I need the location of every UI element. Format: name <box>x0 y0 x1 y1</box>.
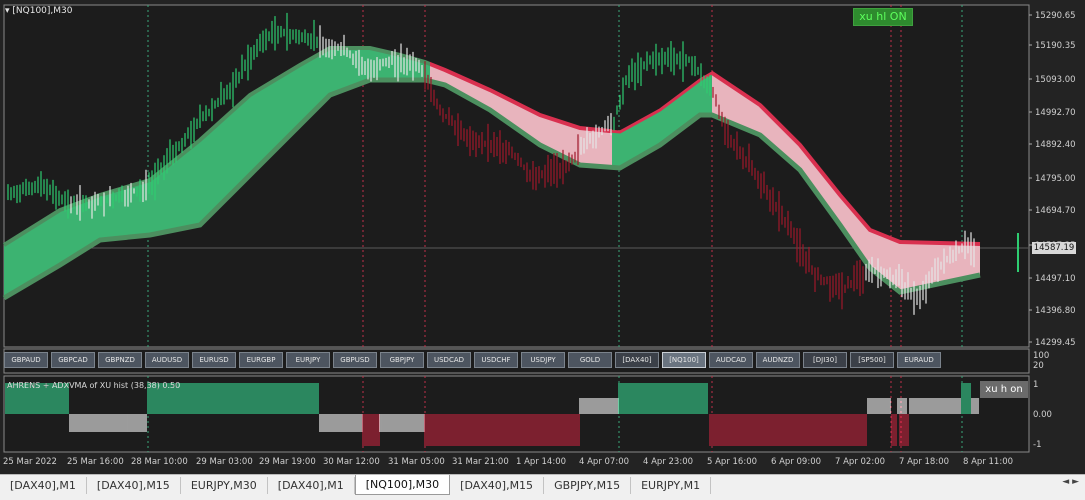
time-tick: 1 Apr 14:00 <box>516 457 567 467</box>
price-tick: 15190.35 <box>1035 41 1076 51</box>
symbol-button-gbpjpy[interactable]: GBPJPY <box>380 352 424 368</box>
price-tick: 14497.10 <box>1035 274 1076 284</box>
time-tick: 7 Apr 02:00 <box>835 457 886 467</box>
xu-h-toggle-button[interactable]: xu h on <box>980 381 1028 398</box>
time-tick: 4 Apr 07:00 <box>579 457 630 467</box>
symbol-button-audcad[interactable]: AUDCAD <box>709 352 753 368</box>
price-tick: 15093.00 <box>1035 75 1076 85</box>
price-tick: 15290.65 <box>1035 11 1076 21</box>
indicator-label: AHRENS + ADXVMA of XU hist (38,38) 0.50 <box>7 381 181 390</box>
time-tick: 25 Mar 2022 <box>3 457 57 467</box>
time-tick: 25 Mar 16:00 <box>67 457 124 467</box>
symbol-button-gbpcad[interactable]: GBPCAD <box>51 352 95 368</box>
time-tick: 29 Mar 19:00 <box>259 457 316 467</box>
chart-tab[interactable]: [DAX40],M1 <box>268 477 355 494</box>
price-tick: 14892.40 <box>1035 140 1076 150</box>
symbol-button-gold[interactable]: GOLD <box>568 352 612 368</box>
symbol-button-bar: GBPAUD GBPCAD GBPNZD AUDUSD EURUSD EURGBP EURJ… <box>4 352 941 368</box>
price-tick: 14992.70 <box>1035 108 1076 118</box>
symbol-button-usdchf[interactable]: USDCHF <box>474 352 518 368</box>
symbol-button-audusd[interactable]: AUDUSD <box>145 352 189 368</box>
symbol-button-nq100[interactable]: [NQ100] <box>662 352 706 368</box>
chart-tab[interactable]: EURJPY,M30 <box>181 477 268 494</box>
chart-window: ▾ [NQ100],M30 xu hl ON 15290.65 15190.35 1… <box>0 0 1085 500</box>
symbol-button-sp500[interactable]: [SP500] <box>850 352 894 368</box>
symbar-scale-top: 100 <box>1033 351 1050 361</box>
xu-hl-toggle-button[interactable]: xu hl ON <box>853 8 913 26</box>
symbol-button-dji30[interactable]: [DJI30] <box>803 352 847 368</box>
time-tick: 8 Apr 11:00 <box>963 457 1014 467</box>
symbol-button-euraud[interactable]: EURAUD <box>897 352 941 368</box>
time-tick: 6 Apr 09:00 <box>771 457 822 467</box>
time-tick: 28 Mar 10:00 <box>131 457 188 467</box>
time-tick: 31 Mar 05:00 <box>388 457 445 467</box>
time-tick: 30 Mar 12:00 <box>323 457 380 467</box>
chart-tab[interactable]: EURJPY,M1 <box>631 477 712 494</box>
chart-tab[interactable]: GBPJPY,M15 <box>544 477 632 494</box>
time-tick: 31 Mar 21:00 <box>452 457 509 467</box>
chart-title: ▾ [NQ100],M30 <box>5 6 73 16</box>
symbol-button-usdcad[interactable]: USDCAD <box>427 352 471 368</box>
symbol-button-gbpnzd[interactable]: GBPNZD <box>98 352 142 368</box>
sub-axis-top: 1 <box>1033 380 1039 390</box>
time-tick: 5 Apr 16:00 <box>707 457 758 467</box>
chart-tab[interactable]: [DAX40],M1 <box>0 477 87 494</box>
symbol-button-dax40[interactable]: [DAX40] <box>615 352 659 368</box>
sub-axis-zero: 0.00 <box>1033 410 1052 420</box>
symbol-button-audnzd[interactable]: AUDNZD <box>756 352 800 368</box>
chart-tab[interactable]: [NQ100],M30 <box>354 475 451 495</box>
symbol-button-eurjpy[interactable]: EURJPY <box>286 352 330 368</box>
symbol-button-eurgbp[interactable]: EURGBP <box>239 352 283 368</box>
symbol-button-usdjpy[interactable]: USDJPY <box>521 352 565 368</box>
current-price-label: 14587.19 <box>1032 242 1076 254</box>
chart-tab-bar: [DAX40],M1 [DAX40],M15 EURJPY,M30 [DAX40],M… <box>0 474 1085 500</box>
symbol-button-gbpaud[interactable]: GBPAUD <box>4 352 48 368</box>
price-tick: 14795.00 <box>1035 174 1076 184</box>
price-tick: 14299.45 <box>1035 338 1076 348</box>
time-tick: 29 Mar 03:00 <box>196 457 253 467</box>
price-tick: 14396.80 <box>1035 306 1076 316</box>
symbol-button-gbpusd[interactable]: GBPUSD <box>333 352 377 368</box>
tab-scroll-arrows[interactable]: ◄ ► <box>1062 477 1079 487</box>
time-tick: 4 Apr 23:00 <box>643 457 694 467</box>
chart-tab[interactable]: [DAX40],M15 <box>450 477 545 494</box>
price-chart[interactable] <box>0 0 1085 474</box>
price-tick: 14694.70 <box>1035 206 1076 216</box>
sub-axis-bottom: -1 <box>1033 440 1042 450</box>
symbar-scale-bottom: 20 <box>1033 361 1044 371</box>
time-tick: 7 Apr 18:00 <box>899 457 950 467</box>
chart-tab[interactable]: [DAX40],M15 <box>87 477 181 494</box>
symbol-button-eurusd[interactable]: EURUSD <box>192 352 236 368</box>
